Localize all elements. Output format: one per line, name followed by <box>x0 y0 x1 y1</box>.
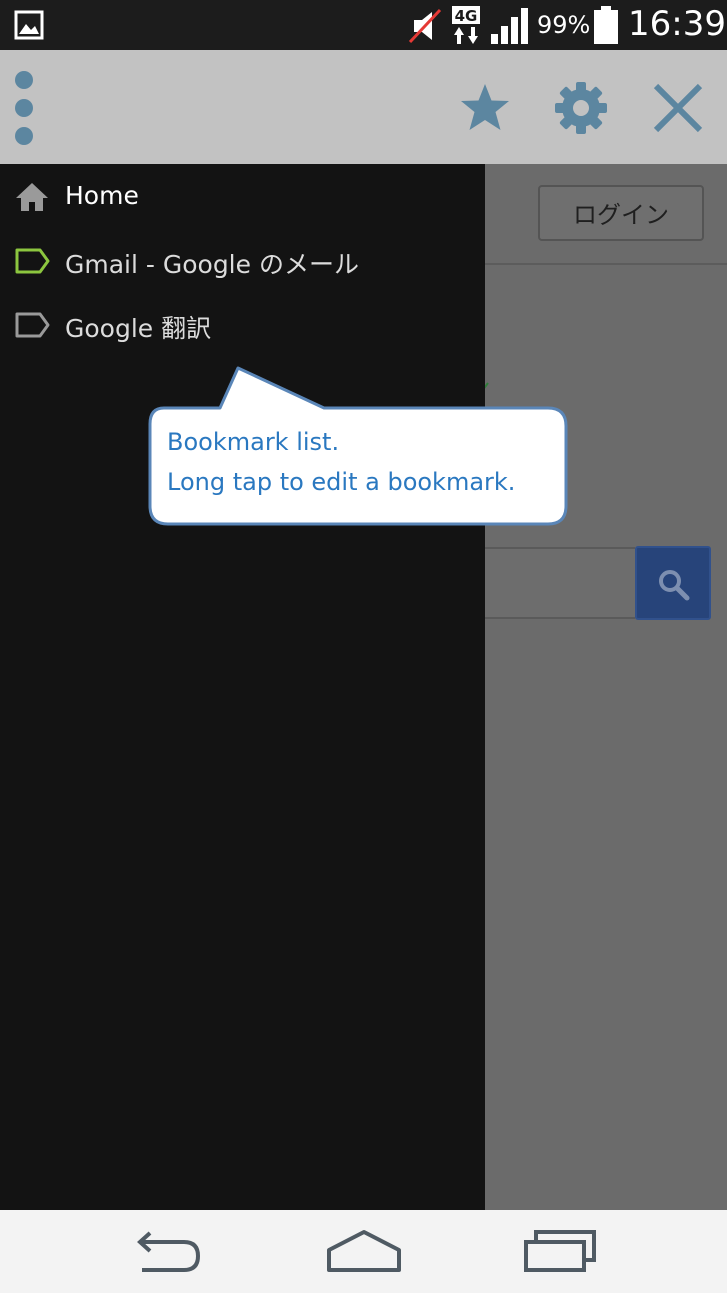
signal-strength-icon <box>491 8 528 44</box>
gallery-notification-icon <box>14 10 44 40</box>
back-icon[interactable] <box>128 1230 204 1274</box>
drawer-item-label: Google 翻訳 <box>65 314 212 343</box>
drawer-item-home[interactable]: Home <box>0 165 485 229</box>
status-bar: 4G 99% 16:39 <box>0 0 727 50</box>
recent-apps-icon[interactable] <box>522 1228 598 1276</box>
mute-icon <box>408 8 442 44</box>
star-icon[interactable] <box>457 80 513 136</box>
background-webpage: ログイン <box>481 164 727 1210</box>
tag-icon <box>15 312 50 338</box>
search-button[interactable] <box>635 546 711 620</box>
tooltip-line-1: Bookmark list. <box>167 428 340 456</box>
drawer-item-gmail[interactable]: Gmail - Google のメール <box>0 229 485 293</box>
battery-icon <box>594 6 618 44</box>
network-4g-icon: 4G <box>452 6 480 44</box>
help-tooltip: Bookmark list. Long tap to edit a bookma… <box>148 366 568 530</box>
header-divider <box>485 263 727 265</box>
tag-icon <box>15 248 50 274</box>
home-nav-icon[interactable] <box>323 1228 405 1276</box>
tooltip-line-2: Long tap to edit a bookmark. <box>167 468 516 496</box>
overflow-menu-icon[interactable] <box>8 68 40 148</box>
login-button[interactable]: ログイン <box>538 185 704 241</box>
drawer-item-google-translate[interactable]: Google 翻訳 <box>0 293 485 357</box>
battery-percentage: 99% <box>537 11 591 39</box>
drawer-item-label: Gmail - Google のメール <box>65 250 359 279</box>
search-icon <box>659 570 690 601</box>
gear-icon[interactable] <box>553 80 609 136</box>
search-input[interactable] <box>485 547 635 619</box>
app-toolbar <box>0 50 727 164</box>
close-icon[interactable] <box>650 80 706 136</box>
home-icon <box>16 183 48 211</box>
network-label: 4G <box>455 7 478 25</box>
tooltip-text: Bookmark list. Long tap to edit a bookma… <box>167 422 515 502</box>
system-nav-bar <box>0 1210 727 1293</box>
bookmark-drawer: Home Gmail - Google のメール Google 翻訳 <box>0 164 485 1210</box>
drawer-item-label: Home <box>65 181 139 210</box>
clock: 16:39 <box>628 4 726 44</box>
